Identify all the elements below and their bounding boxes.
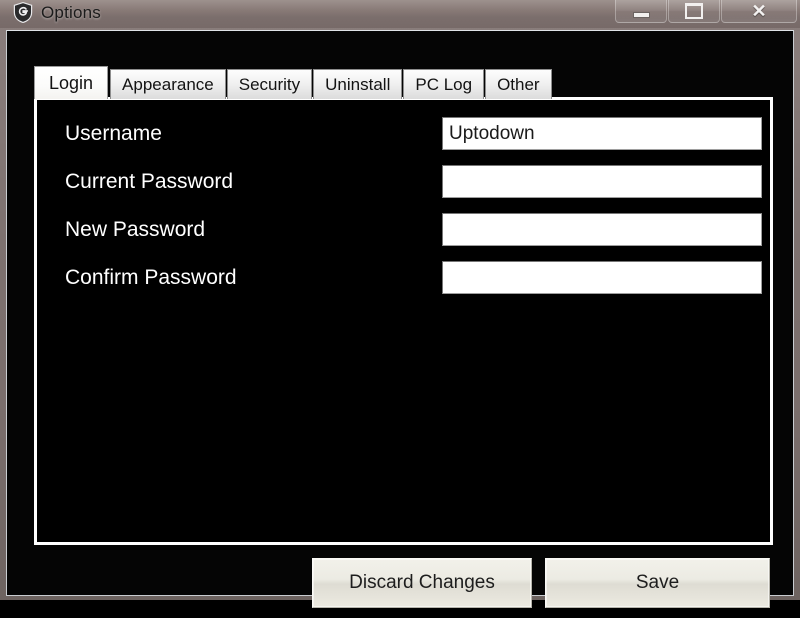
- tab-login[interactable]: Login: [34, 66, 109, 99]
- tab-panel-login: Username Current Password New Password Conf…: [34, 97, 773, 545]
- tab-strip: Login Appearance Security Uninstall PC Log Ot…: [34, 66, 553, 99]
- minimize-button[interactable]: [615, 0, 667, 23]
- tab-uninstall[interactable]: Uninstall: [313, 69, 403, 99]
- tab-label: Uninstall: [325, 74, 391, 94]
- current-password-input[interactable]: [442, 165, 762, 198]
- new-password-label: New Password: [65, 218, 206, 241]
- tab-appearance[interactable]: Appearance: [110, 69, 226, 99]
- username-input[interactable]: [442, 117, 762, 150]
- current-password-label: Current Password: [65, 170, 234, 193]
- client-area: Login Appearance Security Uninstall PC Log Ot…: [6, 30, 794, 608]
- close-button[interactable]: ✕: [721, 0, 797, 23]
- form-row-confirm-password: Confirm Password: [37, 258, 770, 298]
- close-icon: ✕: [751, 1, 767, 21]
- confirm-password-label: Confirm Password: [65, 266, 237, 289]
- save-button[interactable]: Save: [545, 558, 770, 608]
- confirm-password-input[interactable]: [442, 261, 762, 294]
- caption-button-group: ✕: [614, 0, 797, 24]
- login-form: Username Current Password New Password Conf…: [37, 100, 770, 542]
- form-row-new-password: New Password: [37, 210, 770, 250]
- shield-icon: [13, 1, 33, 24]
- discard-changes-button[interactable]: Discard Changes: [312, 558, 532, 608]
- maximize-icon: [685, 3, 703, 19]
- form-row-username: Username: [37, 114, 770, 154]
- tab-label: PC Log: [415, 74, 473, 94]
- maximize-button[interactable]: [668, 0, 720, 23]
- save-label: Save: [635, 572, 680, 593]
- form-row-current-password: Current Password: [37, 162, 770, 202]
- tab-label: Other: [497, 74, 540, 94]
- tab-label: Login: [49, 72, 94, 93]
- tab-security[interactable]: Security: [226, 69, 313, 99]
- username-label: Username: [65, 122, 162, 145]
- minimize-icon: [632, 11, 650, 18]
- tab-label: Appearance: [122, 74, 214, 94]
- tab-label: Security: [238, 74, 301, 94]
- options-window: Options ✕ Login Appearance Security Uninsta…: [0, 0, 800, 608]
- window-title: Options: [41, 3, 101, 22]
- tab-pc-log[interactable]: PC Log: [403, 69, 485, 99]
- title-bar[interactable]: Options ✕: [0, 0, 800, 28]
- new-password-input[interactable]: [442, 213, 762, 246]
- discard-changes-label: Discard Changes: [349, 572, 495, 593]
- dialog-button-bar: Discard Changes Save: [7, 558, 795, 618]
- tab-other[interactable]: Other: [485, 69, 552, 99]
